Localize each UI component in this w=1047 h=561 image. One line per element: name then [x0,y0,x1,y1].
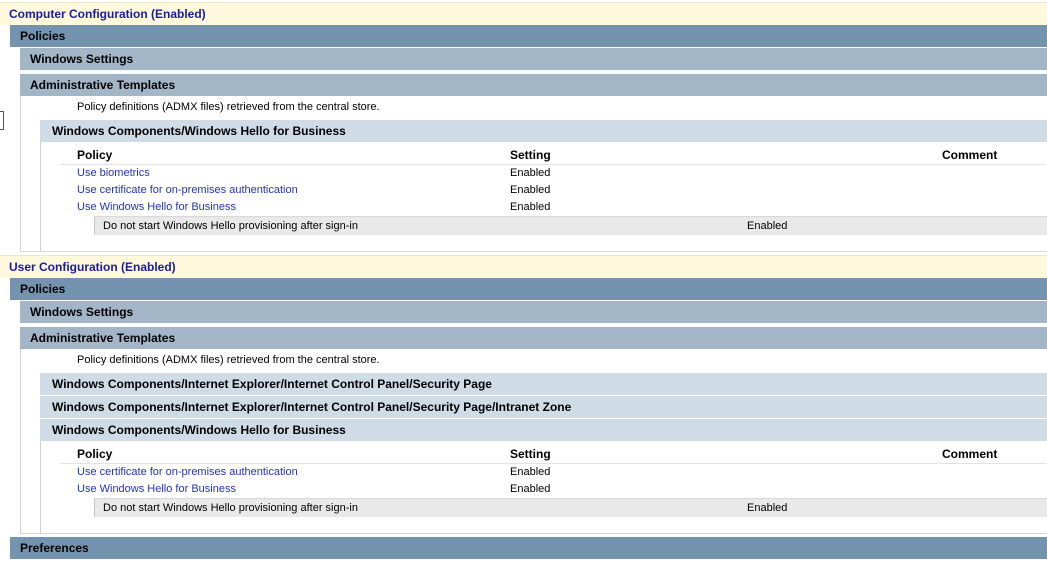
user-administrative-templates-header[interactable]: Administrative Templates [20,327,1047,349]
user-policy-setting-value: Enabled [510,483,551,495]
user-category-ie-intranet-zone[interactable]: Windows Components/Internet Explorer/Int… [40,396,1047,418]
user-windows-settings-header[interactable]: Windows Settings [20,301,1047,323]
user-policies-header[interactable]: Policies [10,278,1047,300]
computer-configuration-title[interactable]: Computer Configuration (Enabled) [9,7,206,21]
computer-subsetting-value: Enabled [747,220,788,232]
section-divider [20,251,1047,252]
user-policy-use-certificate-link[interactable]: Use certificate for on-premises authenti… [77,466,298,478]
computer-col-policy: Policy [77,148,113,162]
section-divider [20,533,1047,534]
user-category-ie-security-page[interactable]: Windows Components/Internet Explorer/Int… [40,373,1047,395]
user-policy-setting-value: Enabled [510,466,551,478]
user-col-comment: Comment [942,447,998,461]
table-header-divider [60,164,1047,165]
user-admx-note: Policy definitions (ADMX files) retrieve… [77,354,380,366]
computer-policy-use-certificate-link[interactable]: Use certificate for on-premises authenti… [77,184,298,196]
computer-col-comment: Comment [942,148,998,162]
table-header-divider [60,463,1047,464]
user-preferences-header[interactable]: Preferences [10,537,1047,559]
computer-policy-setting-value: Enabled [510,201,551,213]
user-policy-use-windows-hello-link[interactable]: Use Windows Hello for Business [77,483,236,495]
computer-subsetting-label: Do not start Windows Hello provisioning … [103,220,358,232]
user-subsetting-value: Enabled [747,502,788,514]
user-category-hello-for-business[interactable]: Windows Components/Windows Hello for Bus… [40,419,1047,441]
computer-policy-use-windows-hello-link[interactable]: Use Windows Hello for Business [77,201,236,213]
user-col-policy: Policy [77,447,113,461]
user-configuration-header[interactable]: User Configuration (Enabled) [0,255,1047,278]
user-configuration-title[interactable]: User Configuration (Enabled) [9,260,176,274]
tree-guide-line [20,96,21,252]
left-edge-marker [0,111,4,130]
computer-col-setting: Setting [510,148,551,162]
computer-administrative-templates-header[interactable]: Administrative Templates [20,74,1047,96]
computer-policy-use-biometrics-link[interactable]: Use biometrics [77,167,150,179]
tree-guide-line [40,142,41,252]
user-subsetting-row: Do not start Windows Hello provisioning … [94,498,1047,517]
tree-guide-line [40,441,41,534]
computer-windows-settings-header[interactable]: Windows Settings [20,48,1047,70]
user-col-setting: Setting [510,447,551,461]
computer-policy-setting-value: Enabled [510,167,551,179]
computer-configuration-header[interactable]: Computer Configuration (Enabled) [0,2,1047,25]
computer-admx-note: Policy definitions (ADMX files) retrieve… [77,101,380,113]
computer-policy-setting-value: Enabled [510,184,551,196]
computer-category-hello-for-business[interactable]: Windows Components/Windows Hello for Bus… [40,120,1047,142]
computer-subsetting-row: Do not start Windows Hello provisioning … [94,216,1047,235]
tree-guide-line [20,349,21,534]
computer-policies-header[interactable]: Policies [10,25,1047,47]
user-subsetting-label: Do not start Windows Hello provisioning … [103,502,358,514]
